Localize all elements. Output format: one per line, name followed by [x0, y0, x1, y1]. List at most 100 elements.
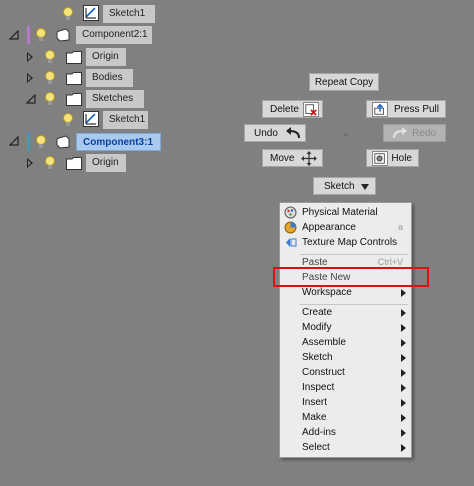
- menu-item-label: Sketch: [302, 352, 333, 363]
- menu-item-label: Assemble: [302, 337, 346, 348]
- lightbulb-icon[interactable]: [62, 6, 74, 22]
- menu-item-label: Make: [302, 412, 327, 423]
- appearance-icon: [284, 221, 297, 234]
- menu-item-label: Physical Material: [302, 207, 378, 218]
- menu-item-label: Modify: [302, 322, 332, 333]
- tree-node-bodies[interactable]: Bodies: [86, 69, 133, 87]
- menu-item-physical-material[interactable]: Physical Material: [280, 205, 411, 220]
- component-color-stripe: [27, 133, 30, 151]
- sketch-dropdown-label: Sketch: [324, 181, 355, 192]
- tree-node-origin[interactable]: Origin: [86, 48, 126, 66]
- menu-item-add-ins[interactable]: Add-ins: [280, 425, 411, 440]
- sketch-icon: [83, 111, 99, 127]
- tree-node-sketch1[interactable]: Sketch1: [103, 5, 155, 23]
- component-icon: [56, 135, 70, 149]
- menu-item-select[interactable]: Select: [280, 440, 411, 455]
- component-color-stripe: [27, 26, 30, 44]
- hole-label: Hole: [391, 153, 412, 164]
- tree-node-origin-comp3[interactable]: Origin: [86, 154, 126, 172]
- lightbulb-icon[interactable]: [35, 134, 47, 150]
- press-pull-label: Press Pull: [393, 104, 439, 115]
- texture-map-icon: [286, 238, 297, 247]
- delete-button[interactable]: Delete: [262, 100, 323, 118]
- lightbulb-icon[interactable]: [44, 49, 56, 65]
- menu-item-label: Insert: [302, 397, 328, 408]
- context-menu: Physical Material Appearance a Texture M…: [279, 202, 412, 458]
- submenu-arrow-icon: [401, 384, 406, 392]
- tree-node-sketch1-nested[interactable]: Sketch1: [103, 111, 148, 129]
- lightbulb-icon[interactable]: [44, 70, 56, 86]
- collapsed-arrow-icon[interactable]: [27, 52, 33, 62]
- undo-label: Undo: [254, 128, 278, 139]
- menu-item-label: Texture Map Controls: [302, 237, 398, 248]
- collapsed-arrow-icon[interactable]: [27, 73, 33, 83]
- sketch-dropdown-button[interactable]: Sketch: [313, 177, 376, 195]
- press-pull-icon: [372, 102, 388, 117]
- tree-node-component3[interactable]: Component3:1: [76, 133, 161, 151]
- menu-item-assemble[interactable]: Assemble: [280, 335, 411, 350]
- submenu-arrow-icon: [401, 444, 406, 452]
- move-button[interactable]: Move: [262, 149, 323, 167]
- component-icon: [56, 28, 70, 42]
- move-icon: [301, 151, 317, 166]
- menu-item-label: Workspace: [302, 287, 352, 298]
- highlight-box: [273, 267, 429, 287]
- submenu-arrow-icon: [401, 324, 406, 332]
- hole-button[interactable]: Hole: [366, 149, 419, 167]
- menu-item-construct[interactable]: Construct: [280, 365, 411, 380]
- lightbulb-icon[interactable]: [35, 27, 47, 43]
- menu-item-sketch[interactable]: Sketch: [280, 350, 411, 365]
- undo-arrow-icon: [286, 127, 300, 139]
- delete-label: Delete: [270, 104, 299, 115]
- expanded-arrow-icon[interactable]: [26, 94, 36, 104]
- menu-item-label: Add-ins: [302, 427, 336, 438]
- shortcut-label: a: [397, 222, 403, 232]
- folder-icon: [66, 157, 82, 170]
- menu-item-modify[interactable]: Modify: [280, 320, 411, 335]
- menu-item-workspace[interactable]: Workspace: [280, 285, 411, 300]
- collapsed-arrow-icon[interactable]: [27, 158, 33, 168]
- delete-icon: [303, 102, 319, 117]
- submenu-arrow-icon: [401, 339, 406, 347]
- menu-item-insert[interactable]: Insert: [280, 395, 411, 410]
- folder-icon: [66, 93, 82, 106]
- lightbulb-icon[interactable]: [62, 112, 74, 128]
- menu-item-make[interactable]: Make: [280, 410, 411, 425]
- marking-menu-center: ⌄: [342, 128, 350, 138]
- submenu-arrow-icon: [401, 354, 406, 362]
- press-pull-button[interactable]: Press Pull: [366, 100, 446, 118]
- submenu-arrow-icon: [401, 309, 406, 317]
- menu-item-appearance[interactable]: Appearance a: [280, 220, 411, 235]
- menu-item-inspect[interactable]: Inspect: [280, 380, 411, 395]
- redo-arrow-icon: [393, 127, 407, 139]
- menu-item-label: Construct: [302, 367, 345, 378]
- undo-button[interactable]: Undo: [244, 124, 306, 142]
- hole-icon: [372, 151, 388, 166]
- lightbulb-icon[interactable]: [44, 155, 56, 171]
- repeat-copy-button[interactable]: Repeat Copy: [309, 73, 379, 91]
- dropdown-arrow-icon: [361, 184, 369, 190]
- lightbulb-icon[interactable]: [44, 91, 56, 107]
- menu-item-label: Appearance: [302, 222, 356, 233]
- redo-label: Redo: [412, 128, 436, 139]
- menu-item-texture-map-controls[interactable]: Texture Map Controls: [280, 235, 411, 250]
- menu-item-label: Create: [302, 307, 333, 318]
- submenu-arrow-icon: [401, 289, 406, 297]
- sketch-icon: [83, 5, 99, 21]
- expanded-arrow-icon[interactable]: [9, 30, 19, 40]
- menu-item-label: Inspect: [302, 382, 335, 393]
- submenu-arrow-icon: [401, 429, 406, 437]
- menu-item-create[interactable]: Create: [280, 305, 411, 320]
- physical-material-icon: [284, 206, 297, 219]
- folder-icon: [66, 51, 82, 64]
- menu-item-label: Select: [302, 442, 330, 453]
- tree-node-component2[interactable]: Component2:1: [76, 26, 152, 44]
- submenu-arrow-icon: [401, 369, 406, 377]
- expanded-arrow-icon[interactable]: [9, 136, 19, 146]
- move-label: Move: [270, 153, 295, 164]
- tree-node-sketches[interactable]: Sketches: [86, 90, 144, 108]
- submenu-arrow-icon: [401, 414, 406, 422]
- submenu-arrow-icon: [401, 399, 406, 407]
- folder-icon: [66, 72, 82, 85]
- redo-button[interactable]: Redo: [383, 124, 446, 142]
